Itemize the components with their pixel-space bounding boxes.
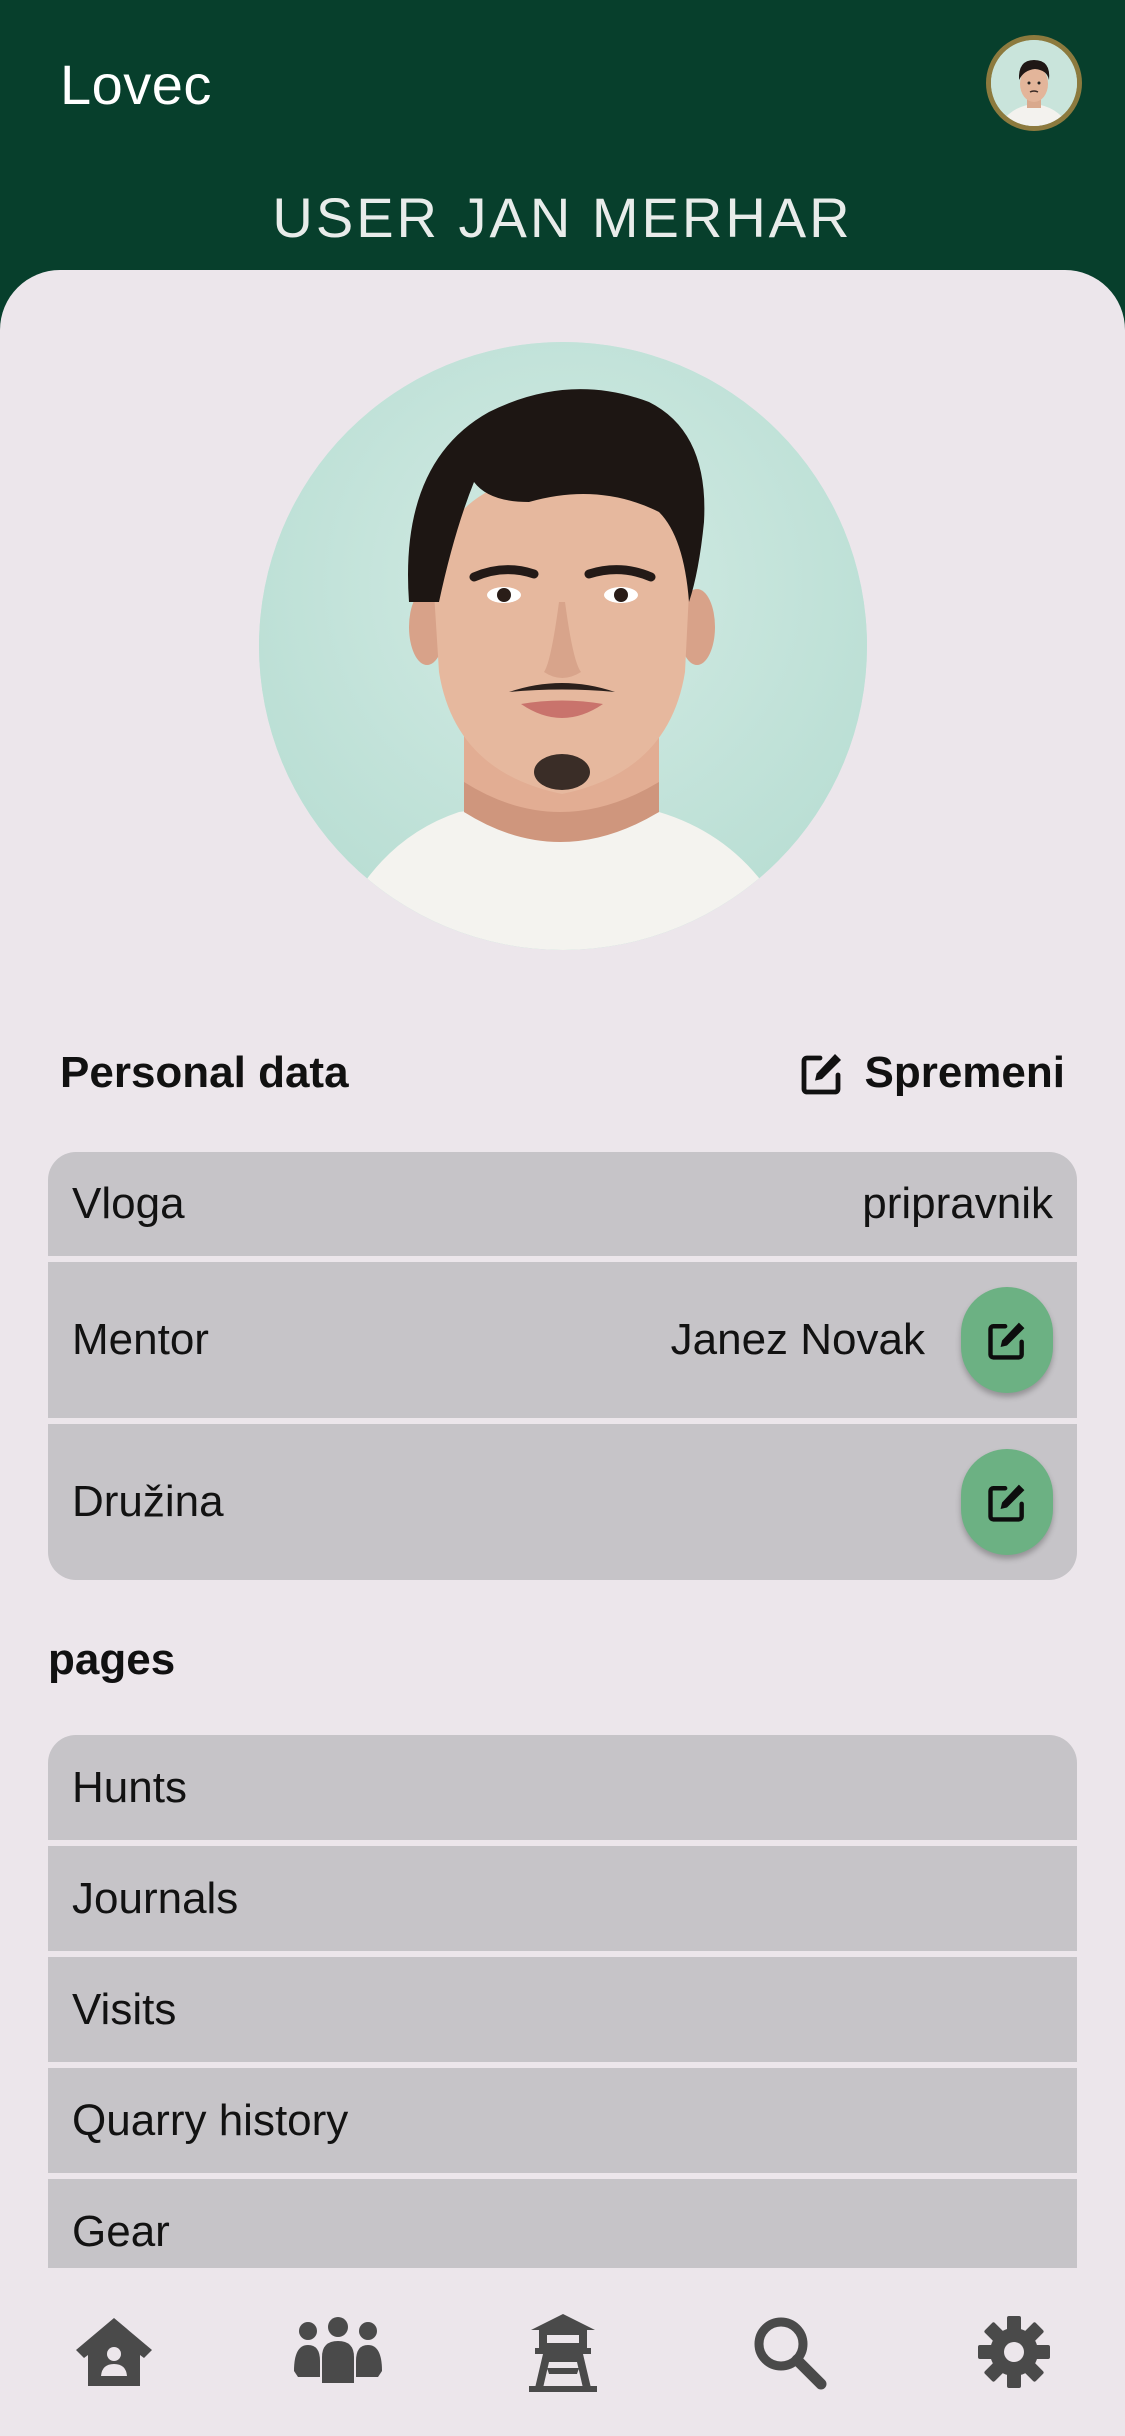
bottom-navigation bbox=[0, 2268, 1125, 2436]
edit-mentor-button[interactable] bbox=[961, 1287, 1053, 1393]
edit-druzina-button[interactable] bbox=[961, 1449, 1053, 1555]
home-icon bbox=[76, 2318, 152, 2386]
nav-settings[interactable] bbox=[954, 2268, 1074, 2436]
page-item-label: Quarry history bbox=[72, 2095, 349, 2145]
page-title: USER JAN MERHAR bbox=[272, 186, 853, 249]
role-value: pripravnik bbox=[862, 1179, 1053, 1228]
hunting-tower-icon bbox=[529, 2314, 597, 2392]
profile-photo bbox=[259, 342, 867, 950]
personal-data-card: Vloga pripravnik Mentor Janez Novak Druž… bbox=[48, 1152, 1077, 1580]
profile-portrait-icon bbox=[259, 342, 867, 950]
nav-hunting-tower[interactable] bbox=[503, 2268, 623, 2436]
mentor-row: Mentor Janez Novak bbox=[48, 1262, 1077, 1418]
page-item-quarry-history[interactable]: Quarry history bbox=[48, 2068, 1077, 2173]
page-item-journals[interactable]: Journals bbox=[48, 1846, 1077, 1951]
edit-icon bbox=[802, 1054, 842, 1095]
users-icon bbox=[294, 2317, 382, 2383]
app-title: Lovec bbox=[60, 53, 212, 116]
nav-members[interactable] bbox=[278, 2268, 398, 2436]
personal-data-heading: Personal data bbox=[60, 1048, 349, 1097]
mentor-label: Mentor bbox=[72, 1315, 209, 1364]
header-avatar[interactable] bbox=[986, 35, 1082, 131]
page-item-label: Hunts bbox=[72, 1762, 187, 1812]
nav-search[interactable] bbox=[729, 2268, 849, 2436]
role-label: Vloga bbox=[72, 1179, 185, 1228]
pages-heading: pages bbox=[48, 1635, 176, 1684]
nav-home[interactable] bbox=[54, 2268, 174, 2436]
mentor-value: Janez Novak bbox=[670, 1315, 925, 1364]
app-screen: Lovec USER JAN MERHAR Personal data Spre… bbox=[0, 0, 1125, 2436]
page-item-label: Journals bbox=[72, 1873, 239, 1923]
page-item-label: Gear bbox=[72, 2206, 170, 2256]
gear-icon bbox=[978, 2316, 1050, 2388]
page-item-visits[interactable]: Visits bbox=[48, 1957, 1077, 2062]
edit-icon bbox=[988, 1484, 1025, 1522]
pages-list: Hunts Journals Visits Quarry history Gea… bbox=[48, 1735, 1077, 2268]
top-app-bar: Lovec USER JAN MERHAR bbox=[0, 0, 1125, 300]
edit-label: Spremeni bbox=[864, 1048, 1065, 1097]
druzina-label: Družina bbox=[72, 1477, 224, 1526]
search-icon bbox=[754, 2317, 827, 2390]
edit-icon bbox=[988, 1322, 1025, 1360]
page-item-label: Visits bbox=[72, 1984, 177, 2034]
page-item-gear[interactable]: Gear bbox=[48, 2179, 1077, 2268]
avatar-portrait-icon bbox=[991, 40, 1077, 126]
edit-personal-data-button[interactable]: Spremeni bbox=[798, 1048, 1065, 1098]
druzina-row: Družina bbox=[48, 1424, 1077, 1580]
role-row: Vloga pripravnik bbox=[48, 1152, 1077, 1256]
page-item-hunts[interactable]: Hunts bbox=[48, 1735, 1077, 1840]
